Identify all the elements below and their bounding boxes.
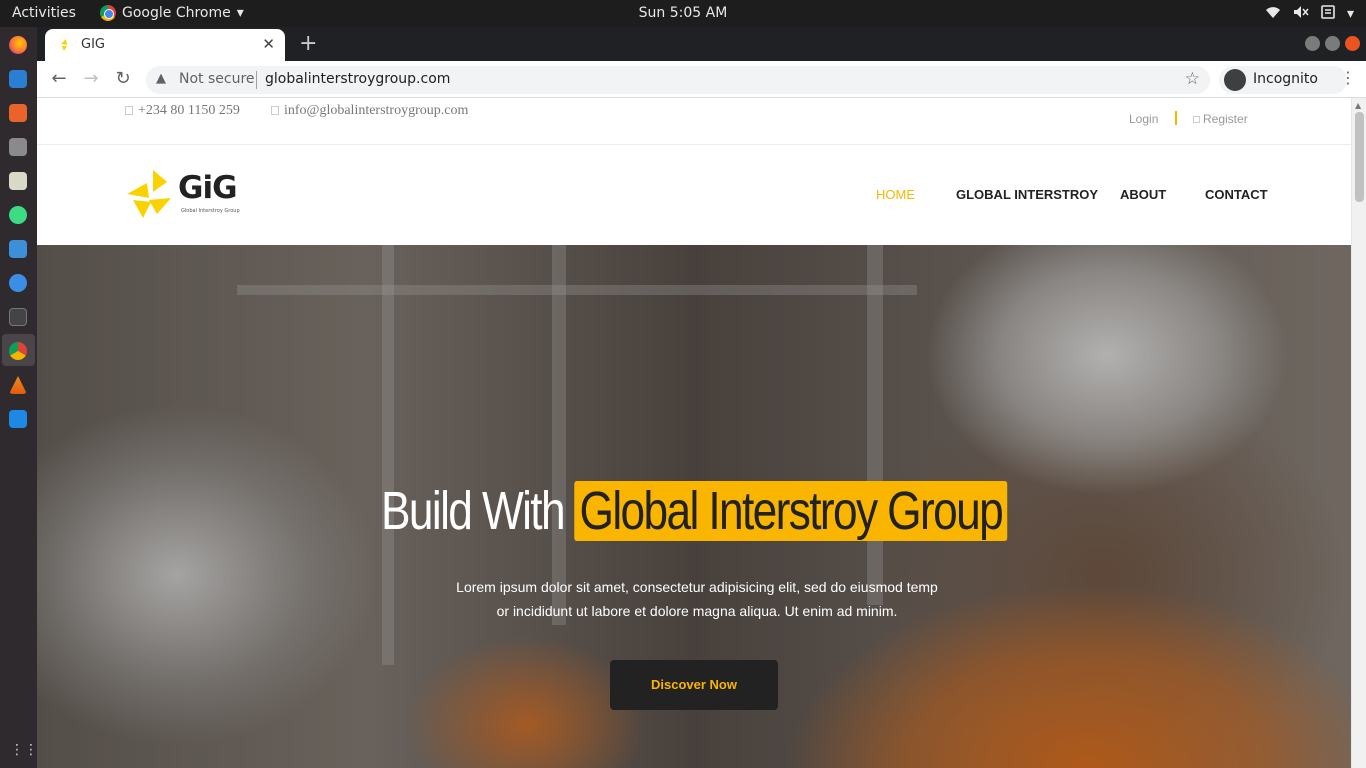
browser-toolbar: ← → ↻ ▲ Not secure globalinterstroygroup… <box>37 61 1366 98</box>
app-menu-label: Google Chrome <box>122 5 231 21</box>
forward-arrow-icon[interactable]: → <box>80 68 102 89</box>
app-menu[interactable]: Google Chrome ▾ <box>100 5 244 21</box>
logo-mark-icon <box>127 170 171 218</box>
tab-title: GIG <box>81 37 105 52</box>
vlc-icon[interactable] <box>9 376 27 394</box>
hero-text-line: or incididunt ut labore et dolore magna … <box>496 603 898 619</box>
top-info-bar: +234 80 1150 259 info@globalinterstroygr… <box>37 98 1351 145</box>
hero-title-plain: Build With <box>381 481 566 541</box>
login-register-divider <box>1175 111 1177 125</box>
phone-contact[interactable]: +234 80 1150 259 <box>125 103 240 119</box>
logo-tagline: Global Interstroy Group <box>181 208 240 214</box>
address-separator <box>256 71 257 89</box>
chrome-icon <box>100 5 116 21</box>
wifi-icon <box>1265 5 1281 23</box>
incognito-badge[interactable]: Incognito <box>1219 66 1347 94</box>
system-menu-caret-icon: ▾ <box>1346 5 1354 22</box>
clock[interactable]: Sun 5:05 AM <box>639 5 728 21</box>
warning-icon[interactable]: ▲ <box>156 71 166 86</box>
media-app-icon[interactable] <box>9 172 27 190</box>
files-icon[interactable] <box>9 138 27 156</box>
tab-close-icon[interactable]: ✕ <box>262 35 275 53</box>
activities-button[interactable]: Activities <box>12 5 76 21</box>
close-window-button[interactable] <box>1345 36 1360 51</box>
security-status[interactable]: Not secure <box>179 71 255 87</box>
hero-description: Lorem ipsum dolor sit amet, consectetur … <box>407 575 987 623</box>
incognito-icon <box>1224 69 1246 91</box>
discover-now-button[interactable]: Discover Now <box>610 660 778 710</box>
page-scrollbar[interactable]: ▲ <box>1351 98 1366 768</box>
hero-title-highlight: Global Interstroy Group <box>574 481 1007 541</box>
incognito-label: Incognito <box>1253 71 1318 87</box>
minimize-button[interactable] <box>1305 36 1320 51</box>
page-viewport: +234 80 1150 259 info@globalinterstroygr… <box>37 98 1366 768</box>
back-arrow-icon[interactable]: ← <box>48 68 70 89</box>
show-applications-icon[interactable]: ⋮⋮ <box>10 742 38 758</box>
tab-gig[interactable]: GIG ✕ <box>45 29 285 61</box>
phone-icon <box>125 106 133 116</box>
bookmark-star-icon[interactable]: ☆ <box>1185 69 1200 89</box>
nav-home[interactable]: HOME <box>876 187 915 202</box>
chrome-dock-icon[interactable] <box>9 342 27 360</box>
clipboard-icon <box>1321 4 1335 23</box>
volume-muted-icon <box>1293 5 1309 23</box>
help-icon[interactable] <box>9 274 27 292</box>
scroll-up-icon[interactable]: ▲ <box>1355 101 1361 110</box>
logo-wordmark: GiG <box>178 170 238 206</box>
thunderbird-icon[interactable] <box>9 70 27 88</box>
site-logo[interactable]: GiG Global Interstroy Group <box>127 170 257 220</box>
nav-contact[interactable]: CONTACT <box>1205 187 1268 202</box>
hero-text-line: Lorem ipsum dolor sit amet, consectetur … <box>456 579 938 595</box>
new-tab-icon[interactable]: + <box>299 31 317 56</box>
chrome-menu-icon[interactable]: ⋮ <box>1340 68 1356 87</box>
register-text: Register <box>1203 112 1248 126</box>
dock: ⋮⋮ <box>0 27 38 768</box>
writer-icon[interactable] <box>9 240 27 258</box>
address-bar[interactable]: ▲ Not secure globalinterstroygroup.com ☆ <box>146 66 1210 94</box>
system-top-bar: Activities Google Chrome ▾ Sun 5:05 AM ▾ <box>0 0 1366 27</box>
software-center-icon[interactable] <box>9 104 27 122</box>
nav-about[interactable]: ABOUT <box>1120 187 1166 202</box>
login-link[interactable]: Login <box>1129 112 1158 126</box>
firefox-icon[interactable] <box>9 36 27 54</box>
email-text: info@globalinterstroygroup.com <box>284 103 469 118</box>
site-navbar: GiG Global Interstroy Group HOME GLOBAL … <box>37 145 1351 245</box>
hero-banner: Build With Global Interstroy Group Lorem… <box>37 245 1351 768</box>
android-studio-icon[interactable] <box>9 206 27 224</box>
email-contact[interactable]: info@globalinterstroygroup.com <box>271 103 468 119</box>
mail-icon <box>271 106 279 116</box>
terminal-icon[interactable] <box>9 308 27 326</box>
gig-favicon-icon <box>59 38 73 52</box>
reload-icon[interactable]: ↻ <box>112 68 134 89</box>
window-controls <box>1305 36 1360 51</box>
caret-down-icon: ▾ <box>236 5 244 21</box>
register-link[interactable]: Register <box>1193 112 1248 126</box>
hero-title: Build With Global Interstroy Group <box>155 480 1232 542</box>
scrollbar-thumb[interactable] <box>1355 112 1364 202</box>
vscode-icon[interactable] <box>9 410 27 428</box>
phone-text: +234 80 1150 259 <box>138 103 240 118</box>
maximize-button[interactable] <box>1325 36 1340 51</box>
system-tray[interactable]: ▾ <box>1265 4 1354 23</box>
tab-strip: GIG ✕ + <box>37 27 1366 61</box>
register-icon <box>1193 116 1200 124</box>
nav-global-interstroy[interactable]: GLOBAL INTERSTROY <box>956 187 1098 202</box>
url-text[interactable]: globalinterstroygroup.com <box>265 71 450 87</box>
